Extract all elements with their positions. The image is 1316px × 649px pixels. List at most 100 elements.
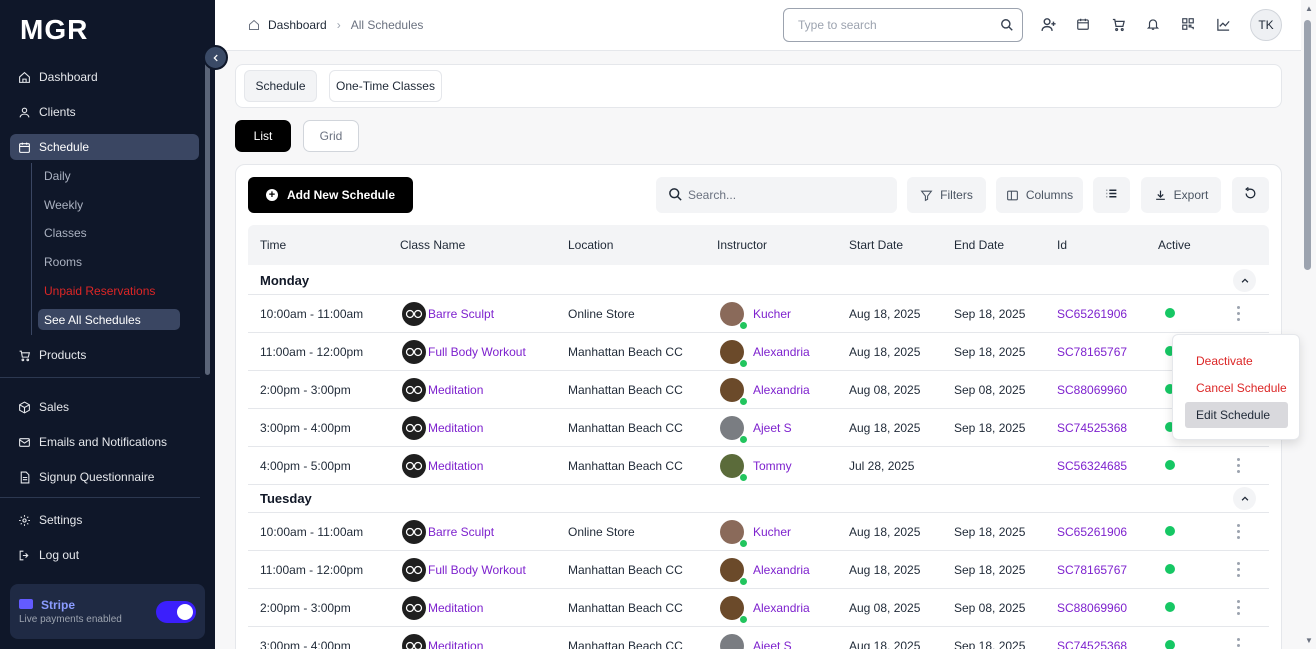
add-new-schedule-button[interactable]: + Add New Schedule (248, 177, 413, 213)
sidebar-item-settings[interactable]: Settings (10, 507, 199, 533)
class-name-link[interactable]: Meditation (428, 459, 483, 473)
density-button[interactable] (1093, 177, 1130, 213)
schedule-id-link[interactable]: SC74525368 (1057, 639, 1127, 649)
cancel-schedule-menu-item[interactable]: Cancel Schedule (1185, 375, 1288, 401)
class-name-link[interactable]: Meditation (428, 421, 483, 435)
class-name-link[interactable]: Barre Sculpt (428, 307, 494, 321)
add-user-icon[interactable] (1039, 15, 1057, 33)
column-header-location[interactable]: Location (568, 238, 613, 252)
grid-view-button[interactable]: Grid (303, 120, 359, 152)
instructor-link[interactable]: Alexandria (753, 345, 810, 359)
sidebar-subitem-see-all-schedules[interactable]: See All Schedules (38, 309, 180, 330)
schedule-id-link[interactable]: SC88069960 (1057, 383, 1127, 397)
collapse-day-button[interactable] (1233, 269, 1256, 292)
row-actions-kebab-icon[interactable] (1237, 562, 1240, 577)
edit-schedule-menu-item[interactable]: Edit Schedule (1185, 402, 1288, 428)
sidebar-item-clients[interactable]: Clients (10, 99, 199, 125)
sidebar-item-products[interactable]: Products (10, 342, 199, 368)
cart-icon[interactable] (1109, 15, 1127, 33)
row-actions-kebab-icon[interactable] (1237, 638, 1240, 649)
sidebar-item-emails[interactable]: Emails and Notifications (10, 429, 199, 455)
class-name-link[interactable]: Barre Sculpt (428, 525, 494, 539)
column-header-end-date[interactable]: End Date (954, 238, 1004, 252)
column-header-instructor[interactable]: Instructor (717, 238, 767, 252)
class-name-link[interactable]: Meditation (428, 601, 483, 615)
reset-button[interactable] (1232, 177, 1269, 213)
row-actions-kebab-icon[interactable] (1237, 524, 1240, 539)
schedule-id-link[interactable]: SC65261906 (1057, 525, 1127, 539)
table-row[interactable]: 10:00am - 11:00am Barre Sculpt Online Stor… (248, 513, 1269, 551)
row-actions-kebab-icon[interactable] (1237, 306, 1240, 321)
table-row[interactable]: 10:00am - 11:00am Barre Sculpt Online Stor… (248, 295, 1269, 333)
column-header-time[interactable]: Time (260, 238, 286, 252)
table-search-input[interactable] (688, 188, 878, 202)
export-button[interactable]: Export (1141, 177, 1221, 213)
instructor-link[interactable]: Ajeet S (753, 639, 792, 649)
class-name-link[interactable]: Meditation (428, 383, 483, 397)
sidebar-item-logout[interactable]: Log out (10, 542, 199, 568)
sidebar-item-dashboard[interactable]: Dashboard (10, 64, 199, 90)
schedule-id-link[interactable]: SC65261906 (1057, 307, 1127, 321)
sidebar-subitem-daily[interactable]: Daily (38, 165, 180, 186)
column-header-id[interactable]: Id (1057, 238, 1067, 252)
instructor-link[interactable]: Ajeet S (753, 421, 792, 435)
instructor-link[interactable]: Alexandria (753, 563, 810, 577)
table-row[interactable]: 2:00pm - 3:00pm Meditation Manhattan Beach… (248, 371, 1269, 409)
instructor-link[interactable]: Alexandria (753, 383, 810, 397)
table-row[interactable]: 2:00pm - 3:00pm Meditation Manhattan Beach… (248, 589, 1269, 627)
schedule-id-link[interactable]: SC78165767 (1057, 563, 1127, 577)
list-view-button[interactable]: List (235, 120, 291, 152)
bell-icon[interactable] (1144, 15, 1162, 33)
schedule-id-link[interactable]: SC74525368 (1057, 421, 1127, 435)
table-row[interactable]: 11:00am - 12:00pm Full Body Workout Manhat… (248, 551, 1269, 589)
class-name-link[interactable]: Meditation (428, 639, 483, 649)
column-header-active[interactable]: Active (1158, 238, 1191, 252)
chart-icon[interactable] (1214, 15, 1232, 33)
class-name-link[interactable]: Full Body Workout (428, 563, 526, 577)
instructor-link[interactable]: Alexandria (753, 601, 810, 615)
sidebar-subitem-weekly[interactable]: Weekly (38, 194, 180, 215)
sidebar-item-schedule[interactable]: Schedule (10, 134, 199, 160)
instructor-link[interactable]: Kucher (753, 307, 791, 321)
schedule-id-link[interactable]: SC88069960 (1057, 601, 1127, 615)
table-row[interactable]: 3:00pm - 4:00pm Meditation Manhattan Beach… (248, 627, 1269, 649)
row-actions-kebab-icon[interactable] (1237, 600, 1240, 615)
scroll-down-arrow-icon[interactable]: ▼ (1305, 636, 1313, 645)
filters-button[interactable]: Filters (907, 177, 986, 213)
global-search[interactable] (783, 8, 1023, 42)
tab-schedule[interactable]: Schedule (244, 70, 317, 102)
home-icon[interactable] (248, 19, 260, 31)
table-row[interactable]: 4:00pm - 5:00pm Meditation Manhattan Beach… (248, 447, 1269, 485)
stripe-toggle[interactable] (156, 601, 196, 623)
calendar-icon[interactable] (1074, 15, 1092, 33)
sidebar-subitem-classes[interactable]: Classes (38, 222, 180, 243)
instructor-link[interactable]: Kucher (753, 525, 791, 539)
sidebar-subitem-unpaid-reservations[interactable]: Unpaid Reservations (38, 280, 180, 301)
tab-one-time-classes[interactable]: One-Time Classes (329, 70, 442, 102)
columns-button[interactable]: Columns (996, 177, 1083, 213)
search-icon[interactable] (1000, 18, 1014, 35)
table-search[interactable] (656, 177, 897, 213)
collapse-sidebar-button[interactable] (203, 45, 228, 70)
class-name-link[interactable]: Full Body Workout (428, 345, 526, 359)
page-scrollbar[interactable] (1304, 20, 1311, 270)
schedule-id-link[interactable]: SC78165767 (1057, 345, 1127, 359)
breadcrumb-dashboard[interactable]: Dashboard (268, 18, 327, 32)
scroll-up-arrow-icon[interactable]: ▲ (1305, 4, 1313, 13)
sidebar-item-sales[interactable]: Sales (10, 394, 199, 420)
row-actions-kebab-icon[interactable] (1237, 458, 1240, 473)
sidebar-subitem-rooms[interactable]: Rooms (38, 251, 180, 272)
sidebar-scrollbar[interactable] (205, 60, 210, 375)
instructor-link[interactable]: Tommy (753, 459, 792, 473)
qr-code-icon[interactable] (1179, 15, 1197, 33)
table-row[interactable]: 3:00pm - 4:00pm Meditation Manhattan Beach… (248, 409, 1269, 447)
user-avatar[interactable]: TK (1250, 9, 1282, 41)
column-header-class-name[interactable]: Class Name (400, 238, 465, 252)
collapse-day-button[interactable] (1233, 487, 1256, 510)
table-row[interactable]: 11:00am - 12:00pm Full Body Workout Manhat… (248, 333, 1269, 371)
schedule-id-link[interactable]: SC56324685 (1057, 459, 1127, 473)
column-header-start-date[interactable]: Start Date (849, 238, 903, 252)
sidebar-item-signup-questionnaire[interactable]: Signup Questionnaire (10, 464, 199, 490)
deactivate-menu-item[interactable]: Deactivate (1185, 348, 1288, 374)
global-search-input[interactable] (798, 18, 988, 32)
